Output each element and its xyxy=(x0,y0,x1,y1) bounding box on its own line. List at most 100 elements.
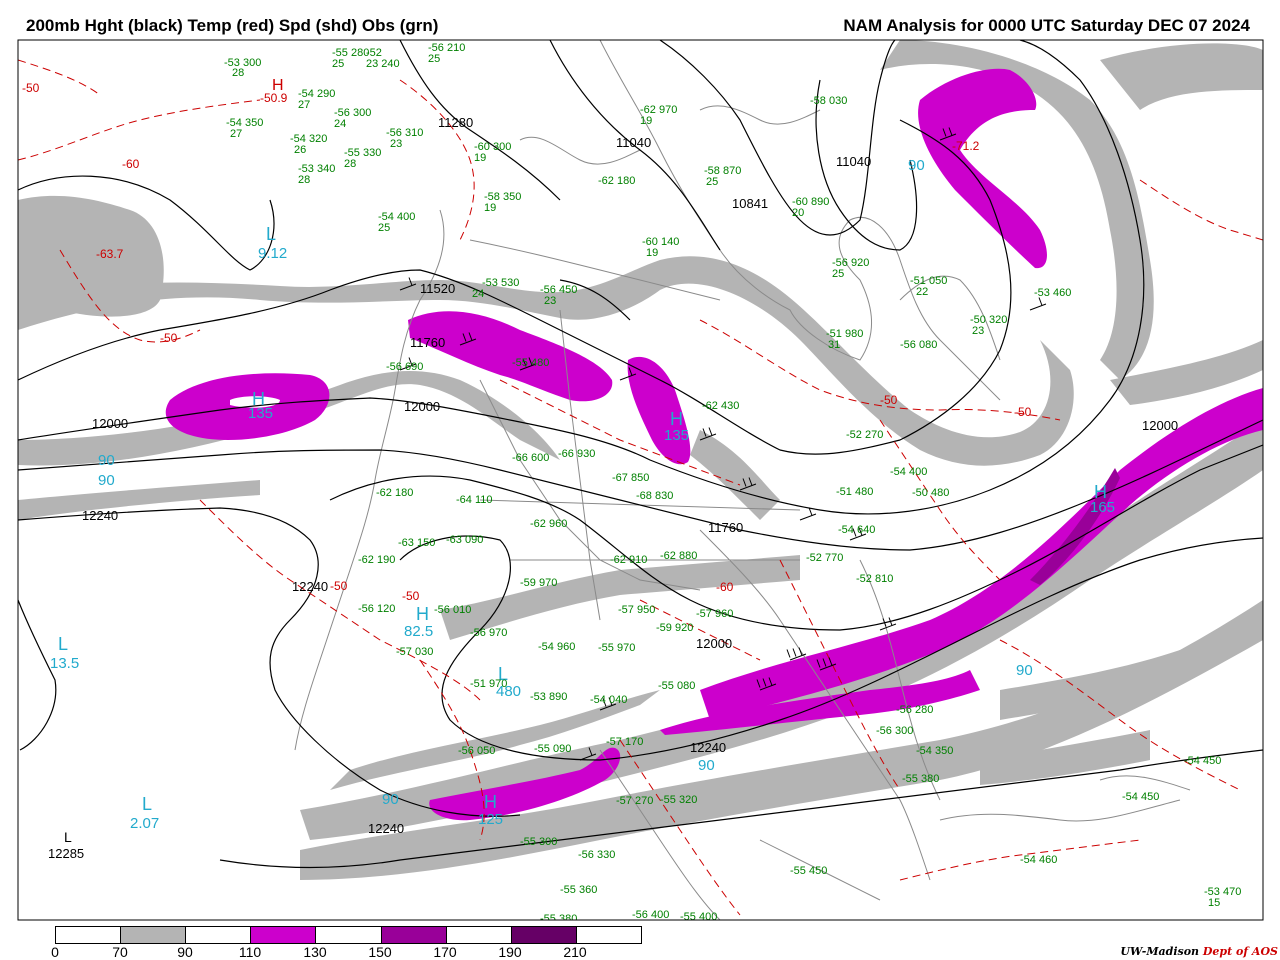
obs-label: -56 080 xyxy=(900,339,937,351)
temp-label: -50 xyxy=(1014,405,1032,419)
obs-label: -55 380 xyxy=(902,773,939,785)
obs-label: 24 xyxy=(472,288,484,300)
obs-label: -54 640 xyxy=(838,524,875,536)
obs-label: -57 030 xyxy=(396,646,433,658)
obs-label: -55 380 xyxy=(540,913,577,925)
obs-label: -51 480 xyxy=(836,486,873,498)
legend-segment xyxy=(251,927,317,943)
legend-label: 210 xyxy=(563,944,587,960)
legend-segment xyxy=(316,927,382,943)
center-value: 2.07 xyxy=(130,815,159,832)
obs-label: -62 960 xyxy=(530,518,567,530)
speed-label: 90 xyxy=(98,472,115,489)
obs-label: 27 xyxy=(298,99,310,111)
obs-label: -53 530 xyxy=(482,277,519,289)
height-label: 11280 xyxy=(438,115,473,130)
center-value: 135 xyxy=(248,405,273,422)
legend-segment xyxy=(576,927,641,943)
obs-label: -55 360 xyxy=(560,884,597,896)
obs-label: -57 960 xyxy=(696,608,733,620)
speed-label: 90 xyxy=(908,157,925,174)
obs-label: 28 xyxy=(298,174,310,186)
obs-label: -56 280 xyxy=(896,704,933,716)
obs-label: -55 080 xyxy=(658,680,695,692)
temp-label: -60 xyxy=(122,157,140,171)
height-label: 11760 xyxy=(410,335,445,350)
temp-label: -50 xyxy=(402,589,420,603)
obs-label: 19 xyxy=(474,152,486,164)
obs-label: -54 450 xyxy=(1184,755,1221,767)
obs-label: -57 170 xyxy=(606,736,643,748)
obs-label: 23 xyxy=(390,138,402,150)
temp-label: -63.7 xyxy=(96,247,124,261)
credit-org: UW-Madison xyxy=(1120,945,1200,958)
legend-segment xyxy=(381,927,447,943)
obs-label: -62 880 xyxy=(660,550,697,562)
obs-label: -56 330 xyxy=(578,849,615,861)
obs-label: -63 090 xyxy=(446,534,483,546)
height-label: 12000 xyxy=(696,636,732,651)
obs-label: -54 350 xyxy=(916,745,953,757)
legend-segment xyxy=(121,927,187,943)
legend-label: 70 xyxy=(112,944,128,960)
obs-label: -53 890 xyxy=(530,691,567,703)
obs-label: 27 xyxy=(230,128,242,140)
obs-label: -62 910 xyxy=(610,554,647,566)
credit-dept: Dept of AOS xyxy=(1202,945,1278,958)
height-label: 12240 xyxy=(82,508,118,523)
obs-label: -54 960 xyxy=(538,641,575,653)
obs-label: -56 970 xyxy=(470,627,507,639)
obs-label: -51 970 xyxy=(470,678,507,690)
obs-label: -56 400 xyxy=(632,909,669,921)
obs-label: -55 970 xyxy=(598,642,635,654)
obs-label: -55 300 xyxy=(520,836,557,848)
obs-label: 26 xyxy=(294,144,306,156)
obs-label: -63 150 xyxy=(398,537,435,549)
height-label: 12240 xyxy=(690,740,726,755)
obs-label: 15 xyxy=(1208,897,1220,909)
legend-label: 110 xyxy=(238,944,262,960)
obs-label: -55 480 xyxy=(512,357,549,369)
temp-label: -60 xyxy=(716,580,734,594)
obs-label: -66 930 xyxy=(558,448,595,460)
obs-label: -56 300 xyxy=(876,725,913,737)
obs-label: -59 920 xyxy=(656,622,693,634)
legend-labels: 0 70 90 110 130 150 170 190 210 xyxy=(0,944,700,960)
legend-segment xyxy=(56,927,122,943)
obs-label: 22 xyxy=(916,286,928,298)
obs-label: -66 600 xyxy=(512,452,549,464)
height-label: 10841 xyxy=(732,196,768,211)
obs-label: 24 xyxy=(334,118,346,130)
obs-label: 25 xyxy=(706,176,718,188)
low-center-marker: L xyxy=(64,829,72,845)
height-label: 11040 xyxy=(836,154,871,169)
obs-label: 25 xyxy=(428,53,440,65)
high-center-marker: H xyxy=(484,792,497,812)
obs-label: -62 430 xyxy=(702,400,739,412)
height-label: 12285 xyxy=(48,846,84,861)
center-value: 13.5 xyxy=(50,655,79,672)
low-center-marker: L xyxy=(142,794,152,814)
obs-label: -54 400 xyxy=(890,466,927,478)
obs-label: -62 180 xyxy=(598,175,635,187)
obs-label: -54 450 xyxy=(1122,791,1159,803)
obs-label: -55 320 xyxy=(660,794,697,806)
temp-label: -50 xyxy=(22,81,40,95)
high-center-marker: H xyxy=(416,604,429,624)
obs-label: -68 830 xyxy=(636,490,673,502)
obs-label: 19 xyxy=(484,202,496,214)
obs-label: 23 xyxy=(544,295,556,307)
obs-label: -56 050 xyxy=(458,745,495,757)
obs-label: -67 850 xyxy=(612,472,649,484)
obs-label: -57 270 xyxy=(616,795,653,807)
obs-label: -62 190 xyxy=(358,554,395,566)
obs-label: -62 180 xyxy=(376,487,413,499)
obs-label: -56 120 xyxy=(358,603,395,615)
credit: UW-Madison Dept of AOS xyxy=(1120,945,1278,958)
height-label: 11520 xyxy=(420,281,455,296)
obs-label: -55 450 xyxy=(790,865,827,877)
obs-label: 23 xyxy=(972,325,984,337)
obs-label: -55 090 xyxy=(534,743,571,755)
obs-label: 31 xyxy=(828,339,840,351)
temp-label: -50 xyxy=(160,331,178,345)
